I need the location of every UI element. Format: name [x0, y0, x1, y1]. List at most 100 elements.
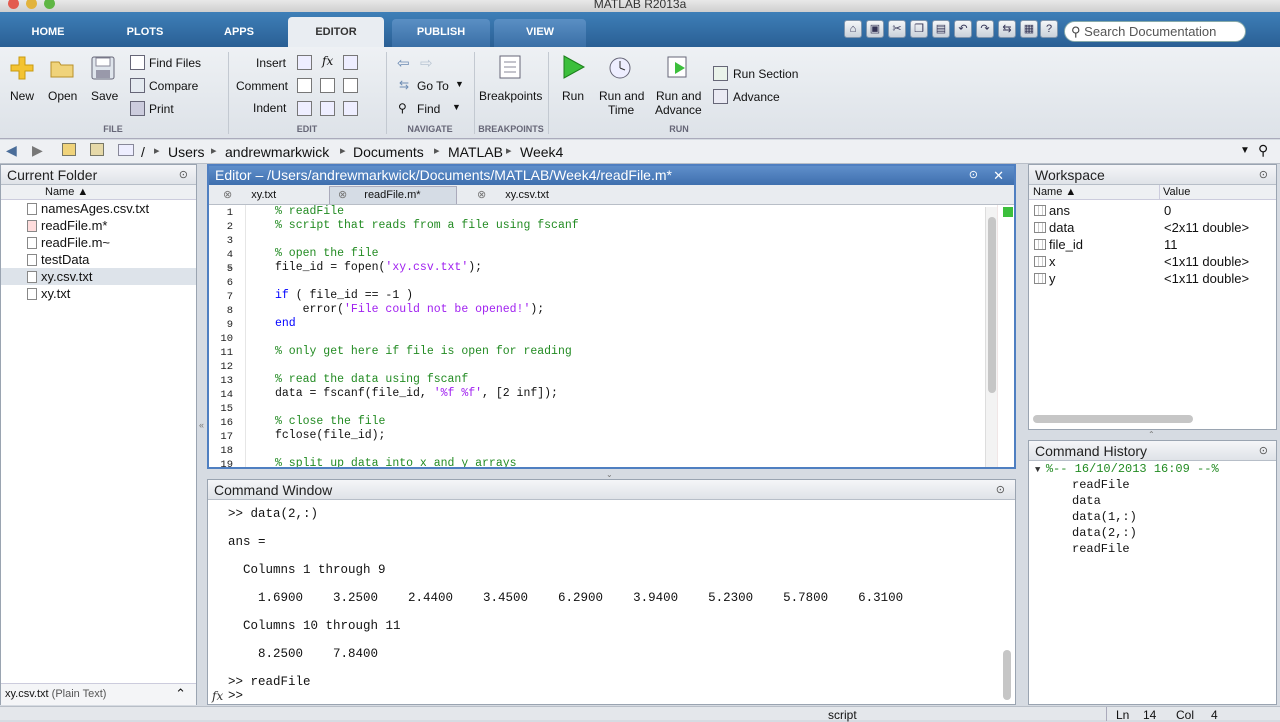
run-section-button[interactable]: Run Section: [733, 67, 798, 81]
tab-xy-csv[interactable]: ⊗ xy.csv.txt: [477, 187, 587, 204]
cut-icon[interactable]: ✂: [888, 20, 906, 38]
search-folder-icon[interactable]: ⚲: [1258, 142, 1268, 159]
breakpoints-icon[interactable]: [497, 54, 523, 80]
search-documentation-input[interactable]: ⚲ Search Documentation: [1064, 21, 1246, 42]
run-and-advance-icon[interactable]: [665, 54, 691, 80]
comment-icon[interactable]: [297, 78, 312, 93]
close-icon[interactable]: ✕: [993, 166, 1004, 185]
chevron-down-icon[interactable]: ▼: [452, 102, 461, 112]
tab-xy-txt[interactable]: ⊗ xy.txt: [223, 187, 323, 204]
workspace-row[interactable]: data <2x11 double>: [1029, 219, 1276, 236]
column-header-value[interactable]: Value: [1163, 185, 1190, 200]
code-area[interactable]: 1 2 3 4 5 6 7 8 9 10 11 12 13 14 15 16 1…: [209, 205, 1014, 467]
new-button[interactable]: New: [10, 89, 34, 103]
breakpoints-button[interactable]: Breakpoints: [479, 89, 542, 103]
workspace-row[interactable]: x <1x11 double>: [1029, 253, 1276, 270]
tab-editor[interactable]: EDITOR: [288, 17, 384, 47]
path-matlab[interactable]: MATLAB: [448, 144, 503, 160]
open-button[interactable]: Open: [48, 89, 77, 103]
insert-button[interactable]: Insert: [256, 56, 286, 70]
save-disk-icon[interactable]: [90, 55, 116, 81]
find-files-button[interactable]: Find Files: [149, 56, 201, 70]
workspace-row[interactable]: file_id 11: [1029, 236, 1276, 253]
run-button[interactable]: Run: [562, 89, 584, 103]
shortcut-icon[interactable]: ⌂: [844, 20, 862, 38]
zoom-window-button[interactable]: [44, 0, 55, 9]
increase-indent-icon[interactable]: [343, 101, 358, 116]
list-item[interactable]: readFile.m~: [1, 234, 196, 251]
tab-plots[interactable]: PLOTS: [110, 19, 180, 47]
workspace-hscrollbar[interactable]: [1033, 415, 1193, 423]
save-quick-icon[interactable]: ▣: [866, 20, 884, 38]
tab-home[interactable]: HOME: [14, 19, 82, 47]
command-scrollbar-thumb[interactable]: [1003, 650, 1011, 700]
tab-publish[interactable]: PUBLISH: [392, 19, 490, 47]
forward-icon[interactable]: ▶: [32, 142, 43, 159]
switch-windows-icon[interactable]: ⇆: [998, 20, 1016, 38]
wrap-comments-icon[interactable]: [343, 78, 358, 93]
tab-view[interactable]: VIEW: [494, 19, 586, 47]
editor-scrollbar[interactable]: [985, 207, 997, 467]
browse-folder-icon[interactable]: [90, 143, 104, 156]
undo-icon[interactable]: ↶: [954, 20, 972, 38]
list-item[interactable]: xy.txt: [1, 285, 196, 302]
up-folder-icon[interactable]: [62, 143, 76, 156]
insert-function-icon[interactable]: [343, 55, 358, 70]
advance-button[interactable]: Advance: [733, 90, 780, 104]
find-button[interactable]: Find: [417, 102, 440, 116]
history-session[interactable]: ▼ %-- 16/10/2013 16:09 --%: [1035, 462, 1219, 476]
save-button[interactable]: Save: [91, 89, 118, 103]
history-item[interactable]: data(2,:): [1072, 526, 1137, 540]
workspace-row[interactable]: ans 0: [1029, 202, 1276, 219]
splitter-grip-icon[interactable]: ⌃: [1148, 430, 1155, 439]
uncomment-icon[interactable]: [320, 78, 335, 93]
panel-menu-icon[interactable]: ⊙: [179, 165, 188, 185]
command-prompt[interactable]: >>: [228, 689, 251, 703]
compare-button[interactable]: Compare: [149, 79, 198, 93]
path-documents[interactable]: Documents: [353, 144, 424, 160]
goto-button[interactable]: Go To: [417, 79, 449, 93]
panel-menu-icon[interactable]: ⊙: [1259, 441, 1268, 461]
redo-icon[interactable]: ↷: [976, 20, 994, 38]
close-tab-icon[interactable]: ⊗: [477, 189, 486, 201]
run-and-time-icon[interactable]: [607, 54, 633, 80]
run-and-advance-label-2[interactable]: Advance: [655, 103, 702, 117]
workspace-row[interactable]: y <1x11 double>: [1029, 270, 1276, 287]
indent-button[interactable]: Indent: [253, 101, 286, 115]
smart-indent-icon[interactable]: [297, 101, 312, 116]
fx-icon[interactable]: fx: [212, 689, 223, 703]
tab-apps[interactable]: APPS: [205, 19, 273, 47]
history-item[interactable]: readFile: [1072, 478, 1130, 492]
path-user[interactable]: andrewmarkwick: [225, 144, 329, 160]
path-users[interactable]: Users: [168, 144, 205, 160]
chevron-down-icon[interactable]: ▼: [455, 79, 464, 89]
close-tab-icon[interactable]: ⊗: [223, 189, 232, 201]
minimize-window-button[interactable]: [26, 0, 37, 9]
comment-button[interactable]: Comment: [236, 79, 288, 93]
new-file-icon[interactable]: [9, 55, 35, 81]
forward-arrow-icon[interactable]: ⇨: [420, 54, 433, 72]
panel-menu-icon[interactable]: ⊙: [1259, 165, 1268, 185]
run-play-icon[interactable]: [560, 54, 586, 80]
paste-icon[interactable]: ▤: [932, 20, 950, 38]
layout-icon[interactable]: ▦: [1020, 20, 1038, 38]
splitter-grip-icon[interactable]: «: [199, 420, 204, 430]
run-and-time-label-1[interactable]: Run and: [599, 89, 644, 103]
list-item-selected[interactable]: xy.csv.txt: [1, 268, 196, 285]
decrease-indent-icon[interactable]: [320, 101, 335, 116]
list-item[interactable]: readFile.m*: [1, 217, 196, 234]
run-and-advance-label-1[interactable]: Run and: [656, 89, 701, 103]
column-header-name[interactable]: Name ▲: [1, 185, 196, 200]
history-item[interactable]: readFile: [1072, 542, 1130, 556]
close-tab-icon[interactable]: ⊗: [338, 189, 347, 201]
scrollbar-thumb[interactable]: [988, 217, 996, 393]
history-item[interactable]: data: [1072, 494, 1101, 508]
close-window-button[interactable]: [8, 0, 19, 9]
exec-marker[interactable]: -: [223, 263, 233, 275]
path-root[interactable]: /: [141, 144, 145, 160]
list-item[interactable]: testData: [1, 251, 196, 268]
help-icon[interactable]: ?: [1040, 20, 1058, 38]
path-week4[interactable]: Week4: [520, 144, 563, 160]
tab-readfile[interactable]: ⊗ readFile.m*: [329, 186, 457, 204]
code-analyzer-status-icon[interactable]: [1003, 207, 1013, 217]
